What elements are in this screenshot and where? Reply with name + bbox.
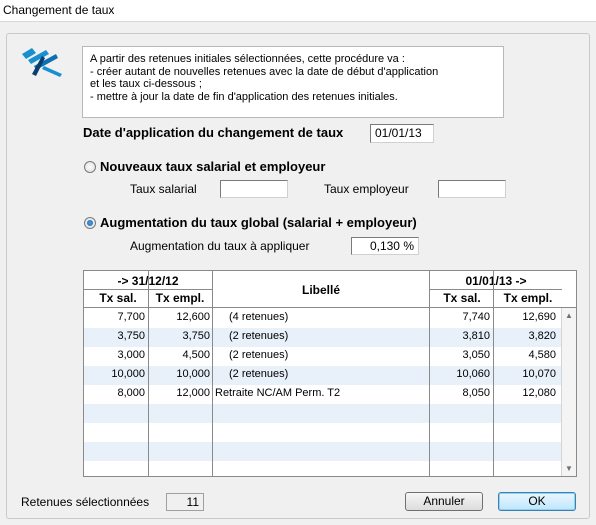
table-row[interactable]: 10,000 10,000 (2 retenues) 10,060 10,070 [84,366,562,385]
header-new-tx-empl: Tx empl. [503,291,553,305]
rate-increase-label: Augmentation du taux à appliquer [130,239,310,253]
option-new-rates-label[interactable]: Nouveaux taux salarial et employeur [100,159,325,174]
cell-new-sal: 10,060 [456,368,490,380]
info-line: - mettre à jour la date de fin d'applica… [90,90,398,103]
title-bar: Changement de taux [0,0,596,22]
cell-new-empl: 12,080 [522,387,556,399]
table-row-empty[interactable] [84,423,562,442]
cell-old-sal: 10,000 [111,368,145,380]
taux-employeur-field[interactable] [438,180,506,198]
scroll-up-icon[interactable]: ▲ [565,311,573,320]
column-divider [429,271,430,476]
cell-old-sal: 3,750 [117,330,145,342]
cell-new-empl: 4,580 [528,349,556,361]
app-logo-icon [22,48,62,77]
radio-increase[interactable] [84,217,96,229]
cell-new-sal: 7,740 [462,311,490,323]
selected-count-field: 11 [166,493,204,511]
cell-old-sal: 8,000 [117,387,145,399]
table-scrollbar[interactable]: ▲ ▼ [561,308,576,476]
cell-new-empl: 3,820 [528,330,556,342]
rate-increase-field[interactable]: 0,130 % [351,237,419,255]
table-row-empty[interactable] [84,404,562,423]
radio-new-rates[interactable] [84,161,96,173]
cancel-button[interactable]: Annuler [405,492,483,511]
selected-count-label: Retenues sélectionnées [21,495,150,509]
table-row[interactable]: 8,000 12,000 Retraite NC/AM Perm. T2 8,0… [84,385,562,404]
option-increase-label[interactable]: Augmentation du taux global (salarial + … [100,215,417,230]
taux-salarial-field[interactable] [220,180,288,198]
window-title: Changement de taux [3,3,115,17]
cell-old-sal: 7,700 [117,311,145,323]
cell-libelle: Retraite NC/AM Perm. T2 [215,387,341,399]
cell-old-empl: 10,000 [176,368,210,380]
header-libelle: Libellé [301,283,340,297]
cell-old-sal: 3,000 [117,349,145,361]
scroll-down-icon[interactable]: ▼ [565,464,573,473]
cell-old-empl: 12,600 [176,311,210,323]
cell-new-empl: 10,070 [522,368,556,380]
table-row[interactable]: 3,750 3,750 (2 retenues) 3,810 3,820 [84,328,562,347]
cell-new-sal: 3,050 [462,349,490,361]
date-label: Date d'application du changement de taux [83,125,344,140]
cell-libelle: (2 retenues) [229,330,289,342]
table-row[interactable]: 3,000 4,500 (2 retenues) 3,050 4,580 [84,347,562,366]
header-new-period: 01/01/13 -> [465,274,527,288]
ok-button[interactable]: OK [498,492,576,511]
info-line: A partir des retenues initiales sélectio… [90,53,405,65]
table-row-empty[interactable] [84,442,562,461]
taux-employeur-label: Taux employeur [324,182,409,196]
header-divider [84,289,212,290]
cell-new-sal: 8,050 [462,387,490,399]
taux-salarial-label: Taux salarial [130,182,197,196]
info-box: A partir des retenues initiales sélectio… [82,46,504,118]
info-line: et les taux ci-dessous ; [90,78,202,90]
column-divider [148,271,149,476]
header-old-tx-empl: Tx empl. [155,291,205,305]
cell-old-empl: 4,500 [182,349,210,361]
cell-libelle: (2 retenues) [229,349,289,361]
rates-table[interactable]: -> 31/12/12 Tx sal. Tx empl. Libellé 01/… [83,270,577,477]
cell-libelle: (2 retenues) [229,368,289,380]
date-field[interactable]: 01/01/13 [370,124,434,143]
column-divider [212,271,213,476]
cell-libelle: (4 retenues) [229,311,289,323]
table-row-empty[interactable] [84,461,562,476]
header-divider [429,289,562,290]
info-line: - créer autant de nouvelles retenues ave… [90,65,439,78]
table-row[interactable]: 7,700 12,600 (4 retenues) 7,740 12,690 [84,309,562,328]
header-new-tx-sal: Tx sal. [443,291,481,305]
cell-old-empl: 12,000 [176,387,210,399]
cell-old-empl: 3,750 [182,330,210,342]
cell-new-sal: 3,810 [462,330,490,342]
cell-new-empl: 12,690 [522,311,556,323]
header-old-tx-sal: Tx sal. [99,291,137,305]
column-divider [493,271,494,476]
